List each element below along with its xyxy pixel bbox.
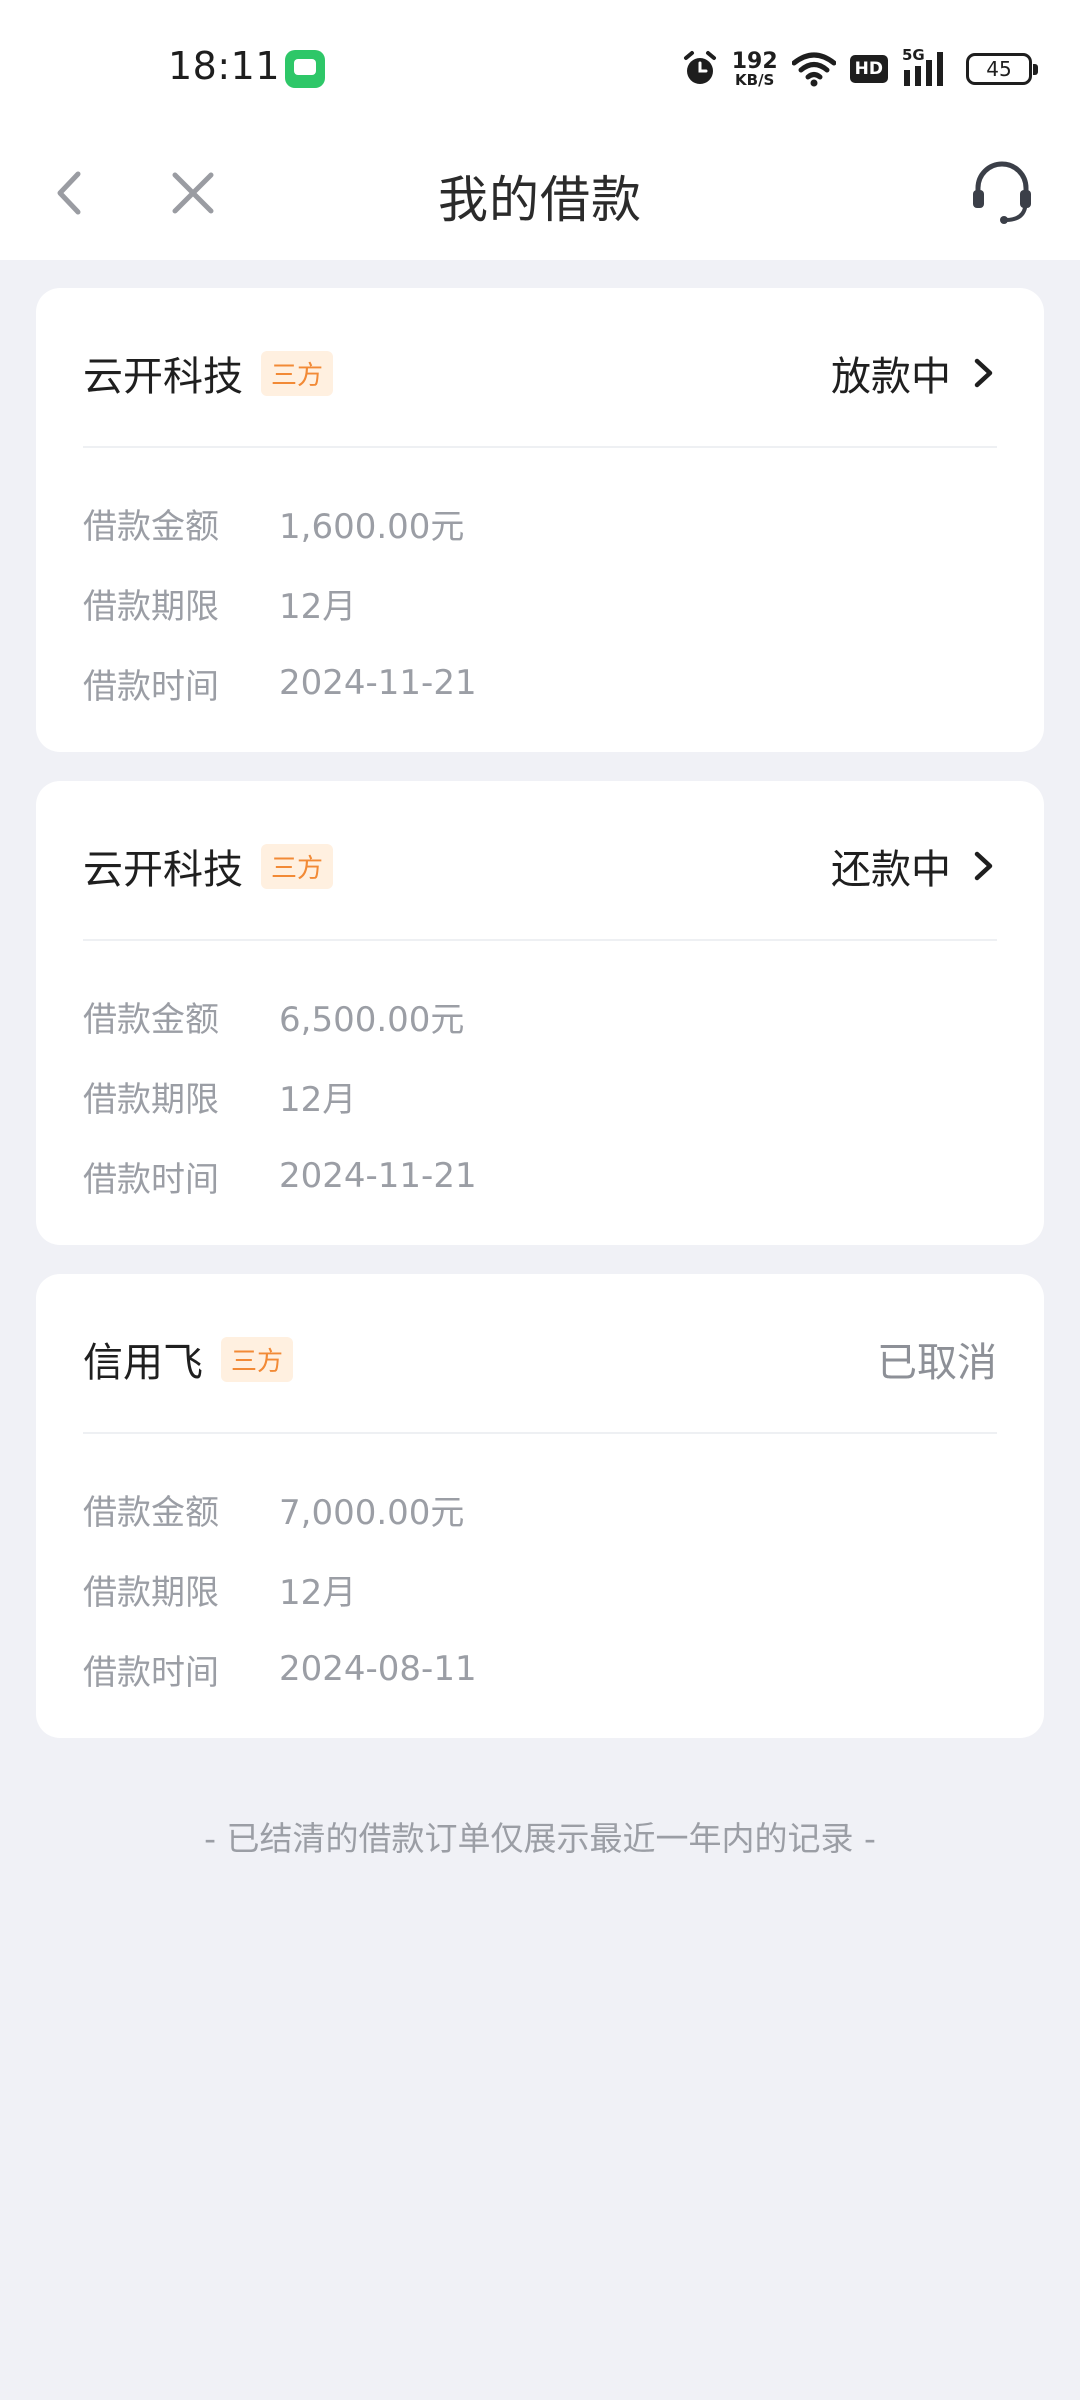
detail-label: 借款期限 (83, 586, 219, 627)
detail-label: 借款时间 (83, 1652, 219, 1693)
detail-value: 2024-08-11 (279, 1649, 477, 1689)
net-speed-value: 192 (731, 48, 778, 74)
footer-note: - 已结清的借款订单仅展示最近一年内的记录 - (204, 1819, 876, 1858)
loan-status-text: 放款中 (831, 354, 951, 400)
loan-card-header: 信用飞 三方 已取消 (83, 1324, 997, 1394)
detail-label: 借款时间 (83, 1159, 219, 1200)
cellular-signal: 5G (902, 46, 952, 88)
detail-value: 2024-11-21 (279, 1156, 477, 1196)
detail-row: 借款期限 12月 (83, 1056, 477, 1136)
detail-label: 借款期限 (83, 1572, 219, 1613)
lender-name: 云开科技 (83, 847, 243, 893)
divider (83, 446, 997, 448)
loan-details: 借款金额 1,600.00元 借款期限 12月 借款时间 2024-11-21 (83, 483, 477, 723)
loan-status-text: 已取消 (877, 1340, 997, 1386)
lender-name: 云开科技 (83, 354, 243, 400)
loan-status[interactable]: 放款中 (831, 344, 997, 402)
loan-details: 借款金额 6,500.00元 借款期限 12月 借款时间 2024-11-21 (83, 976, 477, 1216)
battery-indicator: 45 (966, 53, 1038, 85)
detail-row: 借款时间 2024-11-21 (83, 643, 477, 723)
status-icons: 192 KB/S HD 5G 45 (682, 44, 1038, 94)
nav-bar: 我的借款 (0, 130, 1080, 260)
hd-badge: HD (849, 55, 888, 83)
third-party-tag: 三方 (261, 350, 334, 396)
third-party-tag: 三方 (221, 1336, 294, 1382)
page-title: 我的借款 (438, 171, 642, 229)
detail-value: 6,500.00元 (279, 999, 465, 1040)
detail-label: 借款金额 (83, 506, 219, 547)
detail-row: 借款金额 1,600.00元 (83, 483, 477, 563)
chevron-right-icon (974, 358, 993, 388)
customer-service-icon[interactable] (964, 154, 1040, 230)
detail-label: 借款金额 (83, 1492, 219, 1533)
detail-row: 借款金额 6,500.00元 (83, 976, 477, 1056)
detail-label: 借款金额 (83, 999, 219, 1040)
loan-card[interactable]: 云开科技 三方 还款中 借款金额 6,500.00元 借款期限 12月 借款时间… (36, 781, 1044, 1245)
detail-row: 借款期限 12月 (83, 563, 477, 643)
loan-card-header: 云开科技 三方 还款中 (83, 831, 997, 901)
loan-status: 已取消 (877, 1330, 997, 1388)
loan-status[interactable]: 还款中 (831, 837, 997, 895)
loan-details: 借款金额 7,000.00元 借款期限 12月 借款时间 2024-08-11 (83, 1469, 477, 1709)
status-time: 18:11 (168, 44, 281, 88)
loan-card[interactable]: 云开科技 三方 放款中 借款金额 1,600.00元 借款期限 12月 借款时间… (36, 288, 1044, 752)
loan-card[interactable]: 信用飞 三方 已取消 借款金额 7,000.00元 借款期限 12月 借款时间 … (36, 1274, 1044, 1738)
wifi-icon (791, 52, 836, 87)
detail-row: 借款时间 2024-08-11 (83, 1629, 477, 1709)
chevron-right-icon (974, 851, 993, 881)
third-party-tag: 三方 (261, 843, 334, 889)
detail-label: 借款时间 (83, 666, 219, 707)
divider (83, 1432, 997, 1434)
detail-row: 借款金额 7,000.00元 (83, 1469, 477, 1549)
net-speed-indicator: 192 KB/S (731, 48, 778, 89)
detail-value: 7,000.00元 (279, 1492, 465, 1533)
loan-list: 云开科技 三方 放款中 借款金额 1,600.00元 借款期限 12月 借款时间… (36, 288, 1044, 1767)
signal-bars-icon (904, 52, 943, 86)
divider (83, 939, 997, 941)
detail-value: 12月 (279, 586, 357, 627)
status-bar: 18:11 192 KB/S HD 5G 45 (0, 0, 1080, 130)
loan-status-text: 还款中 (831, 847, 951, 893)
lender-name: 信用飞 (83, 1340, 203, 1386)
detail-value: 2024-11-21 (279, 663, 477, 703)
message-app-icon (285, 50, 325, 88)
detail-value: 1,600.00元 (279, 506, 465, 547)
alarm-icon (683, 51, 716, 84)
battery-level: 45 (986, 57, 1012, 81)
net-speed-unit: KB/S (735, 70, 775, 89)
detail-value: 12月 (279, 1079, 357, 1120)
detail-row: 借款期限 12月 (83, 1549, 477, 1629)
loan-card-header: 云开科技 三方 放款中 (83, 338, 997, 408)
detail-label: 借款期限 (83, 1079, 219, 1120)
detail-value: 12月 (279, 1572, 357, 1613)
detail-row: 借款时间 2024-11-21 (83, 1136, 477, 1216)
